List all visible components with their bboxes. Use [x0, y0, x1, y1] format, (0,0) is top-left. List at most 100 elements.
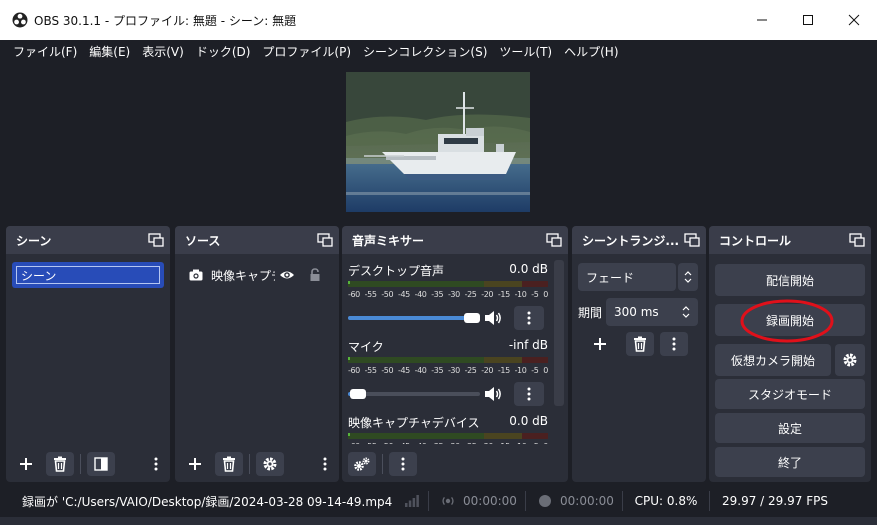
- source-item-label: 映像キャプチ: [211, 268, 275, 283]
- menu-file[interactable]: ファイル(F): [7, 43, 83, 60]
- menu-edit[interactable]: 編集(E): [83, 43, 136, 60]
- meter-scale-tick: -55: [364, 290, 377, 299]
- channel-menu-button[interactable]: [514, 306, 544, 330]
- advanced-audio-button[interactable]: [348, 452, 376, 476]
- settings-label: 設定: [777, 421, 802, 436]
- remove-source-button[interactable]: [215, 452, 243, 476]
- scene-filters-button[interactable]: [87, 452, 115, 476]
- start-virtual-camera-button[interactable]: 仮想カメラ開始: [715, 344, 831, 376]
- float-dock-icon[interactable]: [546, 233, 562, 247]
- add-source-button[interactable]: [181, 452, 209, 476]
- meter-scale-tick: -5: [531, 442, 539, 444]
- menu-tools[interactable]: ツール(T): [493, 43, 558, 60]
- virtual-camera-settings-button[interactable]: [835, 344, 865, 376]
- preview-video: [346, 72, 530, 212]
- volume-slider[interactable]: [348, 313, 480, 323]
- add-scene-button[interactable]: [12, 452, 40, 476]
- float-dock-icon[interactable]: [684, 233, 700, 247]
- volume-slider-thumb[interactable]: [464, 313, 480, 323]
- mixer-toolbar: [342, 446, 568, 482]
- record-dot-icon: [539, 495, 551, 507]
- meter-scale-tick: -5: [531, 290, 539, 299]
- window-bottom-edge: [0, 517, 877, 525]
- transition-more-button[interactable]: [660, 332, 688, 356]
- exit-button[interactable]: 終了: [715, 447, 865, 477]
- plus-icon: [20, 458, 32, 470]
- obs-logo-icon: [12, 12, 28, 28]
- meter-scale-tick: -50: [381, 366, 394, 375]
- transition-select[interactable]: フェード: [578, 263, 676, 291]
- mixer-scrollbar[interactable]: [554, 260, 564, 406]
- sources-dock-title-text: ソース: [185, 233, 221, 248]
- scenes-dock-title-text: シーン: [16, 233, 52, 248]
- transitions-dock-title-text: シーントランジ...: [582, 233, 680, 248]
- cpu-usage-text: CPU: 0.8%: [634, 494, 698, 508]
- toolbar-separator: [382, 454, 383, 474]
- scene-item[interactable]: シーン: [12, 262, 164, 288]
- fps-display: 29.97 / 29.97 FPS: [710, 485, 828, 517]
- meter-scale-tick: -25: [464, 366, 477, 375]
- speaker-icon[interactable]: [484, 310, 502, 326]
- meter-scale-tick: -55: [364, 366, 377, 375]
- studio-mode-button[interactable]: スタジオモード: [715, 379, 865, 409]
- sources-more-button[interactable]: [317, 452, 333, 476]
- toolbar-separator: [80, 454, 81, 474]
- maximize-icon: [803, 15, 813, 25]
- menu-view[interactable]: 表示(V): [136, 43, 190, 60]
- transition-select-arrow[interactable]: [678, 263, 698, 291]
- scenes-more-button[interactable]: [148, 452, 164, 476]
- signal-bars-icon: [405, 495, 419, 507]
- meter-scale-tick: -10: [515, 442, 527, 444]
- cpu-usage: CPU: 0.8%: [623, 485, 709, 517]
- source-item[interactable]: 映像キャプチ: [175, 262, 339, 288]
- lock-icon[interactable]: [309, 268, 321, 282]
- menu-dock[interactable]: ドック(D): [190, 43, 257, 60]
- minimize-button[interactable]: [739, 0, 785, 40]
- remove-scene-button[interactable]: [46, 452, 74, 476]
- volume-meter: [348, 357, 548, 363]
- duration-spinbox[interactable]: 300 ms: [606, 298, 699, 326]
- toolbar-separator: [249, 454, 250, 474]
- meter-scale-tick: -50: [381, 442, 393, 444]
- meter-scale-tick: -20: [481, 366, 494, 375]
- volume-slider[interactable]: [348, 389, 480, 399]
- float-dock-icon[interactable]: [317, 233, 333, 247]
- mixer-channel-mic: マイク -inf dB -60 -55 -50 -45 -40 -35 -30 -25 -20 -1…: [348, 338, 548, 406]
- maximize-button[interactable]: [785, 0, 831, 40]
- channel-name: マイク: [348, 340, 384, 354]
- menu-scene-collection[interactable]: シーンコレクション(S): [357, 43, 493, 60]
- meter-scale-tick: -30: [447, 290, 460, 299]
- window-title: OBS 30.1.1 - プロファイル: 無題 - シーン: 無題: [34, 13, 297, 28]
- preview-area[interactable]: [0, 62, 877, 224]
- gear-icon: [843, 353, 857, 367]
- speaker-icon[interactable]: [484, 386, 502, 402]
- float-dock-icon[interactable]: [148, 233, 164, 247]
- transitions-dock-title: シーントランジ...: [572, 226, 706, 254]
- audio-mixer-dock: 音声ミキサー デスクトップ音声 0.0 dB -60 -55 -50 -45 -40 -35…: [342, 226, 568, 482]
- meter-scale-tick: -35: [431, 290, 444, 299]
- settings-button[interactable]: 設定: [715, 413, 865, 443]
- float-dock-icon[interactable]: [849, 233, 865, 247]
- eye-icon[interactable]: [279, 269, 295, 281]
- menu-help[interactable]: ヘルプ(H): [558, 43, 624, 60]
- channel-name: 映像キャプチャデバイス: [348, 416, 480, 430]
- start-streaming-button[interactable]: 配信開始: [715, 264, 865, 296]
- scene-transitions-dock: シーントランジ... フェード 期間 300 ms: [572, 226, 706, 482]
- updown-chevron-icon[interactable]: [682, 306, 690, 318]
- channel-menu-button[interactable]: [514, 382, 544, 406]
- mixer-more-button[interactable]: [389, 452, 417, 476]
- duration-value: 300 ms: [614, 305, 659, 319]
- meter-scale-tick: -25: [464, 290, 477, 299]
- remove-transition-button[interactable]: [626, 332, 654, 356]
- add-transition-button[interactable]: [586, 332, 614, 356]
- kebab-menu-icon: [527, 387, 531, 401]
- source-properties-button[interactable]: [256, 452, 284, 476]
- close-button[interactable]: [831, 0, 877, 40]
- menu-profile[interactable]: プロファイル(P): [256, 43, 357, 60]
- stream-time: 00:00:00: [429, 485, 525, 517]
- plus-icon: [594, 338, 606, 350]
- volume-slider-thumb[interactable]: [350, 389, 367, 399]
- start-virtual-camera-label: 仮想カメラ開始: [730, 353, 815, 368]
- meter-scale-tick: -60: [348, 366, 360, 375]
- start-streaming-label: 配信開始: [765, 273, 814, 288]
